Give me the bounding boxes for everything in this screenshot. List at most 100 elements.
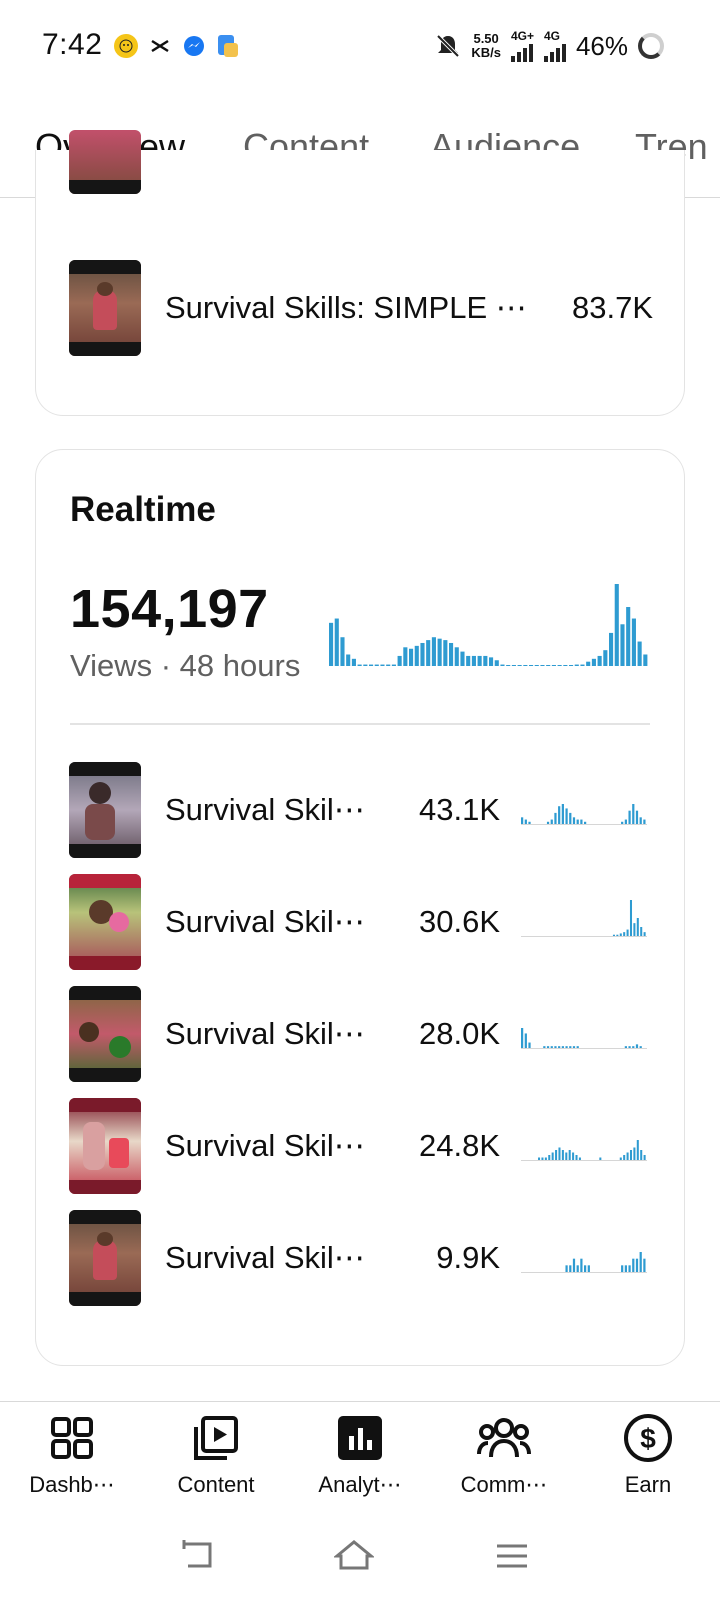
video-views: 9.9K [436, 1240, 500, 1275]
chart-bar [414, 645, 419, 666]
chart-bar [329, 622, 334, 666]
sparkline-bar [521, 817, 524, 824]
sparkline-bar [550, 819, 553, 824]
video-title: Survival Skills: SIMPLE ⋯ [165, 290, 527, 325]
realtime-subtitle: Views · 48 hours [70, 648, 301, 683]
video-thumbnail[interactable] [69, 130, 141, 194]
top-content-card: Survival Skills: SIMPLE ⋯ 83.7K [35, 130, 686, 416]
sparkline-bar [528, 1042, 531, 1048]
sparkline-bar [639, 1252, 642, 1272]
sparkline-bar [624, 1046, 627, 1048]
divider [70, 723, 650, 725]
sparkline-bar [546, 1046, 550, 1048]
video-views: 24.8K [418, 1128, 500, 1163]
nav-community[interactable]: Comm⋯ [432, 1412, 576, 1498]
sparkline-bar [572, 817, 576, 824]
sparkline-bar [576, 1265, 579, 1272]
video-thumbnail [69, 260, 141, 356]
sparkline-bar [632, 1046, 635, 1048]
realtime-video-row[interactable]: Survival Skil⋯ 24.8K [36, 1098, 686, 1198]
video-title: Survival Skil⋯ [165, 1016, 365, 1051]
realtime-video-row[interactable]: Survival Skil⋯ 28.0K [36, 986, 686, 1086]
sparkline-bar [544, 1157, 547, 1160]
chart-bar [471, 655, 476, 666]
sparkline-bar [561, 804, 564, 824]
chart-bar [420, 642, 425, 666]
chart-bar [540, 665, 545, 666]
sparkline-bar [633, 923, 636, 936]
sparkline-bar [616, 934, 619, 936]
chart-bar [643, 654, 648, 666]
sparkline-bar [623, 932, 626, 936]
chart-bar [334, 618, 339, 666]
top-video-row[interactable]: Survival Skills: SIMPLE ⋯ 83.7K [36, 260, 686, 360]
realtime-video-row[interactable]: Survival Skil⋯ 9.9K [36, 1210, 686, 1310]
sparkline-bar [635, 1258, 639, 1272]
battery-icon [638, 33, 664, 59]
chart-bar [637, 641, 642, 666]
sparkline-bar [619, 933, 622, 936]
video-views: 83.7K [571, 290, 653, 325]
back-icon[interactable] [178, 1538, 218, 1574]
chart-bar [591, 658, 596, 666]
video-views: 43.1K [418, 792, 500, 827]
content-icon [144, 1412, 288, 1464]
video-views: 30.6K [418, 904, 500, 939]
chart-bar [574, 664, 579, 666]
nav-label: Earn [624, 1472, 672, 1497]
nav-label: Comm⋯ [460, 1472, 548, 1497]
sparkline-bar [632, 804, 635, 824]
home-icon[interactable] [334, 1538, 374, 1574]
chart-bar [580, 664, 585, 666]
status-right: 5.50 KB/s 4G+ 4G 46% [435, 30, 664, 62]
app-notification-icon [148, 34, 172, 58]
video-thumbnail [69, 762, 141, 858]
mute-icon [436, 34, 460, 58]
sparkline-bar [612, 934, 615, 936]
menu-icon[interactable] [492, 1538, 532, 1574]
realtime-video-row[interactable]: Survival Skil⋯ 30.6K [36, 874, 686, 974]
sparkline-bar [629, 1150, 633, 1160]
sparkline-bar [550, 1046, 553, 1048]
video-sparkline [521, 1252, 647, 1273]
sparkline-bar [640, 927, 643, 936]
realtime-bar-chart [329, 584, 648, 666]
sparkline-bar [546, 821, 550, 824]
realtime-video-row[interactable]: Survival Skil⋯ 43.1K [36, 762, 686, 862]
sparkline-bar [558, 1046, 561, 1048]
chart-bar [363, 664, 368, 666]
chart-bar [506, 665, 511, 666]
smiley-notification-icon [114, 34, 138, 58]
nav-label: Content [177, 1472, 255, 1497]
network-speed: 5.50 KB/s [471, 32, 501, 60]
sparkline-bar [576, 819, 579, 824]
network-type-2: 4G [543, 29, 560, 43]
sparkline-bar [632, 1258, 635, 1272]
chart-bar [494, 660, 499, 666]
chart-bar [426, 640, 431, 666]
video-sparkline [521, 1028, 647, 1049]
chart-bar [437, 638, 442, 666]
nav-content[interactable]: Content [144, 1412, 288, 1498]
video-title: Survival Skil⋯ [165, 904, 365, 939]
nav-analytics[interactable]: Analyt⋯ [288, 1412, 432, 1498]
sparkline-bar [565, 808, 568, 824]
nav-dashboard[interactable]: Dashb⋯ [0, 1412, 144, 1498]
video-thumbnail [69, 986, 141, 1082]
chart-bar [597, 655, 602, 666]
sparkline-bar [565, 1152, 568, 1160]
nav-earn[interactable]: $ Earn [576, 1412, 720, 1498]
sparkline-bar [629, 900, 633, 936]
video-title: Survival Skil⋯ [165, 792, 365, 827]
video-title: Survival Skil⋯ [165, 1128, 365, 1163]
signal-1: 4G+ [510, 30, 534, 62]
video-views: 28.0K [418, 1016, 500, 1051]
sparkline-bar [584, 1265, 587, 1272]
realtime-title: Realtime [70, 490, 216, 529]
realtime-card: Realtime 154,197 Views · 48 hours Surviv… [35, 449, 685, 1366]
sparkline-bar [551, 1152, 554, 1160]
chart-bar [351, 658, 356, 666]
chart-bar [626, 607, 631, 666]
chart-bar [449, 642, 454, 666]
chart-bar [603, 650, 608, 666]
